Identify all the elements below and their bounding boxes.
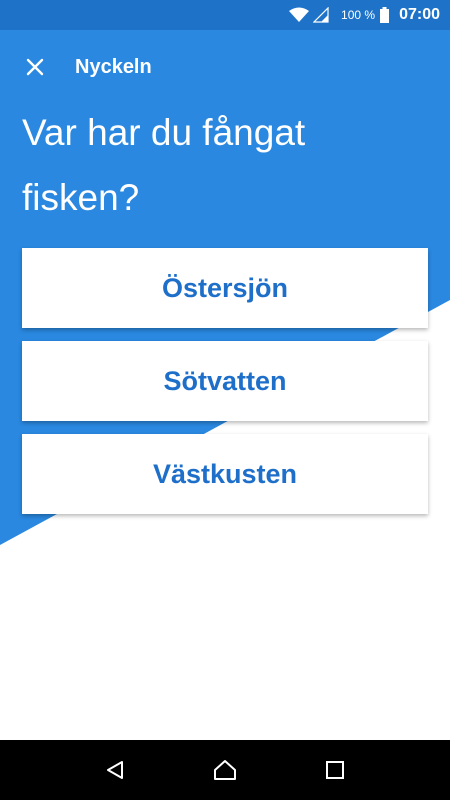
home-icon: [214, 760, 236, 780]
option-ostersjon-button[interactable]: Östersjön: [22, 248, 428, 328]
toolbar-title: Nyckeln: [75, 55, 152, 78]
battery-percent: 100 %: [341, 8, 376, 22]
recents-button[interactable]: [315, 750, 355, 790]
battery-icon: [380, 7, 390, 23]
back-icon: [107, 761, 123, 779]
close-icon: [26, 58, 44, 76]
option-sotvatten-button[interactable]: Sötvatten: [22, 341, 428, 421]
screen: 100 % 07:00 Nyckeln Var har du fångat fi…: [0, 0, 450, 800]
status-time: 07:00: [399, 6, 440, 23]
question-heading: Var har du fångat fisken?: [22, 112, 306, 218]
wifi-icon: [289, 7, 310, 23]
signal-icon: [313, 7, 329, 23]
status-bar: 100 % 07:00: [0, 0, 450, 30]
navigation-bar: [0, 740, 450, 800]
options-list: Östersjön Sötvatten Västkusten: [22, 248, 428, 527]
back-button[interactable]: [95, 750, 135, 790]
toolbar: Nyckeln: [0, 30, 450, 104]
option-vastkusten-button[interactable]: Västkusten: [22, 434, 428, 514]
close-button[interactable]: [20, 52, 50, 82]
home-button[interactable]: [205, 750, 245, 790]
recents-icon: [326, 761, 344, 779]
